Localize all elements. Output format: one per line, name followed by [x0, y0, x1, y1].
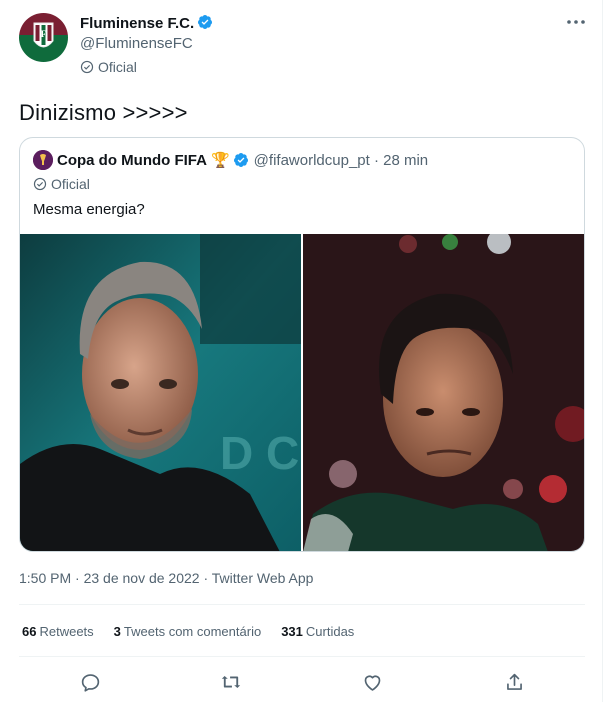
engagement-stats: 66 Retweets 3 Tweets com comentário 331 Cur… — [22, 624, 354, 639]
quoted-tweet[interactable]: Copa do Mundo FIFA 🏆 @fifaworldcup_pt · … — [19, 137, 585, 552]
quoted-tweet-text: Mesma energia? — [33, 201, 145, 218]
more-dots-icon — [567, 20, 585, 24]
author-name-text[interactable]: Fluminense F.C. — [80, 15, 194, 32]
verified-badge-icon — [198, 15, 213, 29]
author-avatar[interactable]: F — [19, 13, 68, 62]
fluminense-crest-icon: F — [19, 13, 68, 62]
action-bar — [0, 667, 603, 697]
quoted-official-label-text: Oficial — [51, 176, 90, 192]
retweets-count: 66 — [22, 624, 37, 639]
quotes-label: Tweets com comentário — [123, 624, 262, 639]
tweet-detail: F Fluminense F.C. @FluminenseFC Oficial … — [0, 0, 603, 702]
quoted-media: D CU — [20, 234, 584, 551]
author-name[interactable]: Fluminense F.C. — [80, 14, 213, 32]
quotes-count: 3 — [113, 624, 121, 639]
quote-tweets-stat[interactable]: 3 Tweets com comentário — [114, 624, 262, 639]
tweet-timestamp[interactable]: 1:50 PM · 23 de nov de 2022 · Twitter We… — [19, 570, 313, 586]
verified-badge-icon — [233, 153, 248, 167]
quoted-tweet-header: Copa do Mundo FIFA 🏆 @fifaworldcup_pt · … — [33, 150, 428, 170]
heart-icon — [364, 674, 380, 691]
official-label-text: Oficial — [98, 59, 137, 75]
retweet-button[interactable] — [216, 667, 246, 697]
fifa-world-cup-logo-icon[interactable] — [33, 150, 53, 170]
quoted-handle-time[interactable]: @fifaworldcup_pt · 28 min — [254, 152, 428, 169]
reply-icon — [81, 673, 99, 692]
share-button[interactable] — [499, 667, 529, 697]
reply-button[interactable] — [75, 667, 105, 697]
more-options-button[interactable] — [563, 12, 589, 32]
official-check-icon — [80, 60, 94, 74]
divider — [19, 604, 585, 605]
tweet-text: Dinizismo >>>>> — [19, 100, 188, 125]
trophy-emoji: 🏆 — [210, 152, 230, 169]
retweets-stat[interactable]: 66 Retweets — [22, 624, 94, 639]
retweet-icon — [221, 676, 241, 688]
retweets-label: Retweets — [39, 624, 94, 639]
share-icon — [506, 673, 522, 690]
svg-text:D CU: D CU — [220, 427, 301, 479]
likes-label: Curtidas — [305, 624, 355, 639]
svg-text:F: F — [41, 29, 47, 39]
photo-man-grey-hair[interactable]: D CU — [20, 234, 301, 551]
photo-man-dark-hair[interactable] — [303, 234, 584, 551]
divider — [19, 656, 585, 657]
official-label: Oficial — [80, 59, 137, 75]
author-handle[interactable]: @FluminenseFC — [80, 35, 193, 52]
like-button[interactable] — [357, 667, 387, 697]
likes-stat[interactable]: 331 Curtidas — [281, 624, 354, 639]
quoted-official-label: Oficial — [33, 176, 90, 192]
official-check-icon — [33, 177, 47, 191]
likes-count: 331 — [281, 624, 303, 639]
quoted-author-name[interactable]: Copa do Mundo FIFA — [57, 152, 207, 169]
